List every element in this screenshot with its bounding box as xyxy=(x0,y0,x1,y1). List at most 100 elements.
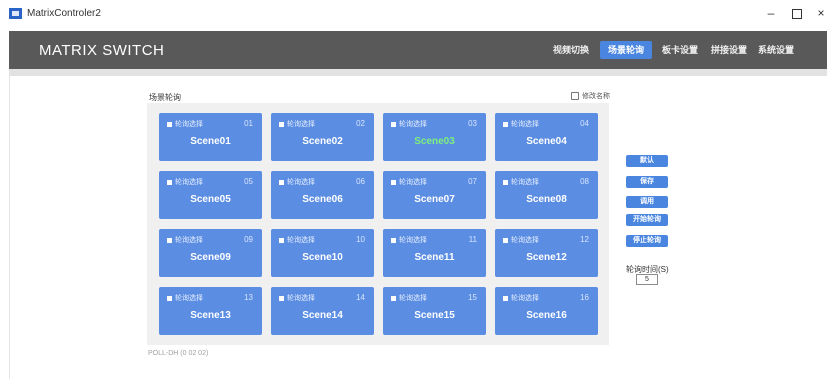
default-button[interactable]: 默认 xyxy=(626,155,668,167)
poll-select-checkbox[interactable] xyxy=(391,180,396,185)
close-button[interactable]: × xyxy=(811,4,827,22)
maximize-button[interactable] xyxy=(787,4,807,22)
scene-card[interactable]: 轮询选择 09 Scene09 xyxy=(159,229,262,277)
poll-select-checkbox[interactable] xyxy=(503,296,508,301)
scene-name: Scene02 xyxy=(302,136,343,147)
scene-name: Scene01 xyxy=(190,136,231,147)
poll-select-checkbox[interactable] xyxy=(503,238,508,243)
scene-card[interactable]: 轮询选择 08 Scene08 xyxy=(495,171,598,219)
scene-card[interactable]: 轮询选择 02 Scene02 xyxy=(271,113,374,161)
app-header: MATRIX SWITCH 视频切换 场景轮询 板卡设置 拼接设置 系统设置 xyxy=(9,31,827,69)
tab-scene-poll[interactable]: 场景轮询 xyxy=(600,41,652,59)
poll-select-label: 轮询选择 xyxy=(511,179,539,186)
poll-select-label: 轮询选择 xyxy=(511,295,539,302)
scene-number: 02 xyxy=(356,119,365,128)
section-title: 场景轮询 xyxy=(149,93,181,102)
scene-number: 01 xyxy=(244,119,253,128)
content-left-border xyxy=(9,69,10,379)
scene-name: Scene07 xyxy=(414,194,455,205)
poll-select-label: 轮询选择 xyxy=(399,295,427,302)
scene-name: Scene11 xyxy=(414,252,455,263)
checkbox-icon[interactable] xyxy=(571,92,579,100)
scene-number: 10 xyxy=(356,235,365,244)
scene-number: 16 xyxy=(580,293,589,302)
scene-name: Scene09 xyxy=(190,252,231,263)
scene-card[interactable]: 轮询选择 07 Scene07 xyxy=(383,171,486,219)
tab-video-switch[interactable]: 视频切换 xyxy=(551,41,591,59)
poll-select-checkbox[interactable] xyxy=(391,238,396,243)
scene-card[interactable]: 轮询选择 14 Scene14 xyxy=(271,287,374,335)
poll-select-checkbox[interactable] xyxy=(167,238,172,243)
save-button[interactable]: 保存 xyxy=(626,176,668,188)
poll-select-label: 轮询选择 xyxy=(287,295,315,302)
scene-card[interactable]: 轮询选择 13 Scene13 xyxy=(159,287,262,335)
scene-name: Scene14 xyxy=(302,310,343,321)
scene-card[interactable]: 轮询选择 06 Scene06 xyxy=(271,171,374,219)
scene-card[interactable]: 轮询选择 10 Scene10 xyxy=(271,229,374,277)
tab-system-settings[interactable]: 系统设置 xyxy=(755,41,797,59)
tab-board-settings[interactable]: 板卡设置 xyxy=(660,41,700,59)
window-title: MatrixControler2 xyxy=(27,8,101,19)
scene-card[interactable]: 轮询选择 04 Scene04 xyxy=(495,113,598,161)
scene-name: Scene15 xyxy=(414,310,455,321)
scene-name: Scene10 xyxy=(302,252,343,263)
scene-card[interactable]: 轮询选择 03 Scene03 xyxy=(383,113,486,161)
scene-name: Scene06 xyxy=(302,194,343,205)
poll-select-label: 轮询选择 xyxy=(511,237,539,244)
scene-number: 07 xyxy=(468,177,477,186)
scene-name: Scene03 xyxy=(414,136,455,147)
window-titlebar: MatrixControler2 – × xyxy=(0,0,827,26)
poll-select-checkbox[interactable] xyxy=(503,122,508,127)
poll-select-label: 轮询选择 xyxy=(511,121,539,128)
maximize-icon xyxy=(792,8,802,19)
scene-number: 15 xyxy=(468,293,477,302)
tab-splice-settings[interactable]: 拼接设置 xyxy=(709,41,749,59)
scene-name: Scene12 xyxy=(526,252,567,263)
scene-card[interactable]: 轮询选择 11 Scene11 xyxy=(383,229,486,277)
brand-title: MATRIX SWITCH xyxy=(39,42,165,59)
stop-poll-button[interactable]: 停止轮询 xyxy=(626,235,668,247)
scene-card[interactable]: 轮询选择 16 Scene16 xyxy=(495,287,598,335)
poll-select-label: 轮询选择 xyxy=(175,237,203,244)
poll-select-label: 轮询选择 xyxy=(175,295,203,302)
scene-card[interactable]: 轮询选择 05 Scene05 xyxy=(159,171,262,219)
poll-select-checkbox[interactable] xyxy=(279,296,284,301)
header-divider xyxy=(9,69,827,76)
poll-select-checkbox[interactable] xyxy=(279,180,284,185)
scene-number: 06 xyxy=(356,177,365,186)
poll-select-checkbox[interactable] xyxy=(167,296,172,301)
scene-number: 09 xyxy=(244,235,253,244)
scene-number: 05 xyxy=(244,177,253,186)
scene-number: 12 xyxy=(580,235,589,244)
rename-label: 修改名称 xyxy=(582,93,610,100)
rename-checkbox[interactable]: 修改名称 xyxy=(571,91,610,101)
scene-card[interactable]: 轮询选择 12 Scene12 xyxy=(495,229,598,277)
recall-button[interactable]: 调用 xyxy=(626,196,668,208)
poll-select-label: 轮询选择 xyxy=(287,237,315,244)
poll-select-label: 轮询选择 xyxy=(399,121,427,128)
poll-status-text: POLL-DH (0 02 02) xyxy=(148,350,209,357)
poll-select-label: 轮询选择 xyxy=(175,121,203,128)
scene-card[interactable]: 轮询选择 15 Scene15 xyxy=(383,287,486,335)
poll-time-input[interactable]: 5 xyxy=(636,274,658,285)
poll-select-checkbox[interactable] xyxy=(279,122,284,127)
start-poll-button[interactable]: 开始轮询 xyxy=(626,214,668,226)
poll-select-checkbox[interactable] xyxy=(167,122,172,127)
poll-select-checkbox[interactable] xyxy=(167,180,172,185)
poll-select-label: 轮询选择 xyxy=(287,179,315,186)
scene-card[interactable]: 轮询选择 01 Scene01 xyxy=(159,113,262,161)
scene-number: 03 xyxy=(468,119,477,128)
poll-select-checkbox[interactable] xyxy=(279,238,284,243)
scene-name: Scene13 xyxy=(190,310,231,321)
poll-select-checkbox[interactable] xyxy=(391,296,396,301)
scene-name: Scene16 xyxy=(526,310,567,321)
poll-select-label: 轮询选择 xyxy=(399,179,427,186)
poll-select-checkbox[interactable] xyxy=(503,180,508,185)
scene-name: Scene08 xyxy=(526,194,567,205)
poll-select-checkbox[interactable] xyxy=(391,122,396,127)
scene-number: 11 xyxy=(468,235,477,244)
minimize-button[interactable]: – xyxy=(761,4,781,22)
scene-name: Scene05 xyxy=(190,194,231,205)
poll-select-label: 轮询选择 xyxy=(175,179,203,186)
poll-select-label: 轮询选择 xyxy=(287,121,315,128)
